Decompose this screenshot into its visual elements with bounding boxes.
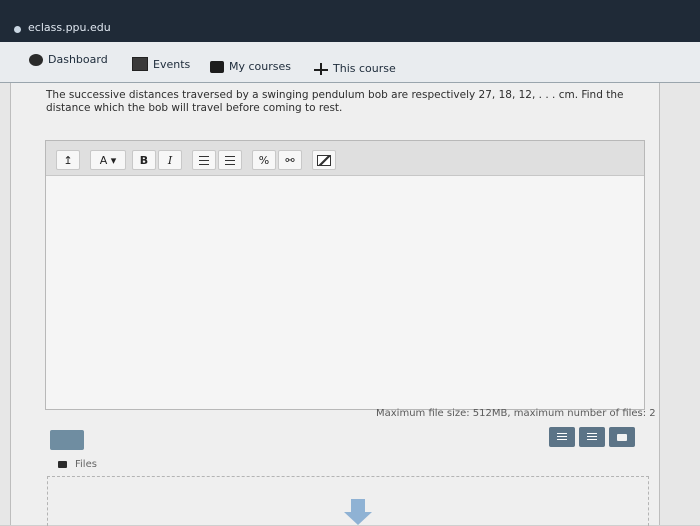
folder-icon — [58, 461, 67, 468]
nav-events[interactable]: Events — [132, 57, 190, 71]
max-file-size-text: Maximum file size: 512MB, maximum number… — [376, 408, 656, 419]
nav-this-course-label: This course — [333, 62, 396, 75]
briefcase-icon — [210, 60, 224, 73]
question-text: The successive distances traversed by a … — [46, 89, 624, 114]
file-manager-view-buttons — [549, 427, 635, 447]
bold-button[interactable]: B — [132, 150, 156, 170]
answer-editor: ↥ A ▾ B I % ⚯ — [45, 140, 645, 410]
editor-toolbar: ↥ A ▾ B I % ⚯ — [46, 141, 644, 176]
nav-dashboard-label: Dashboard — [48, 53, 108, 66]
toolbar-collapse-button[interactable]: ↥ — [56, 150, 80, 170]
unordered-list-button[interactable] — [192, 150, 216, 170]
ordered-list-icon — [225, 155, 235, 165]
nav-my-courses-label: My courses — [229, 60, 291, 73]
question-card: The successive distances traversed by a … — [10, 83, 660, 526]
nav-events-label: Events — [153, 57, 191, 71]
calendar-icon — [132, 57, 148, 71]
browser-url[interactable]: eclass.ppu.edu — [28, 21, 111, 34]
view-icons-button[interactable] — [549, 427, 575, 447]
tachometer-icon — [29, 53, 43, 66]
grid-icon — [557, 433, 567, 441]
image-icon — [317, 154, 331, 166]
unordered-list-icon — [199, 155, 209, 165]
top-navigation: Dashboard Events My courses This course — [0, 42, 700, 83]
ordered-list-button[interactable] — [218, 150, 242, 170]
site-status-dot — [14, 26, 21, 33]
nav-dashboard[interactable]: Dashboard — [29, 53, 108, 66]
nav-this-course[interactable]: This course — [314, 62, 396, 75]
view-tree-button[interactable] — [609, 427, 635, 447]
file-drop-zone[interactable] — [47, 476, 649, 526]
editor-text-area[interactable] — [46, 176, 644, 409]
view-list-button[interactable] — [579, 427, 605, 447]
folder-icon — [617, 433, 627, 441]
unlink-button[interactable]: ⚯ — [278, 150, 302, 170]
page-content: The successive distances traversed by a … — [0, 83, 700, 526]
link-button[interactable]: % — [252, 150, 276, 170]
list-icon — [587, 433, 597, 441]
nav-my-courses[interactable]: My courses — [210, 60, 291, 73]
files-breadcrumb: Files — [58, 459, 97, 470]
browser-top-bar: eclass.ppu.edu — [0, 0, 700, 42]
font-style-button[interactable]: A ▾ — [90, 150, 126, 170]
insert-image-button[interactable] — [312, 150, 336, 170]
files-label: Files — [75, 459, 97, 470]
italic-button[interactable]: I — [158, 150, 182, 170]
add-file-button[interactable] — [50, 430, 84, 450]
sitemap-icon — [314, 62, 328, 75]
